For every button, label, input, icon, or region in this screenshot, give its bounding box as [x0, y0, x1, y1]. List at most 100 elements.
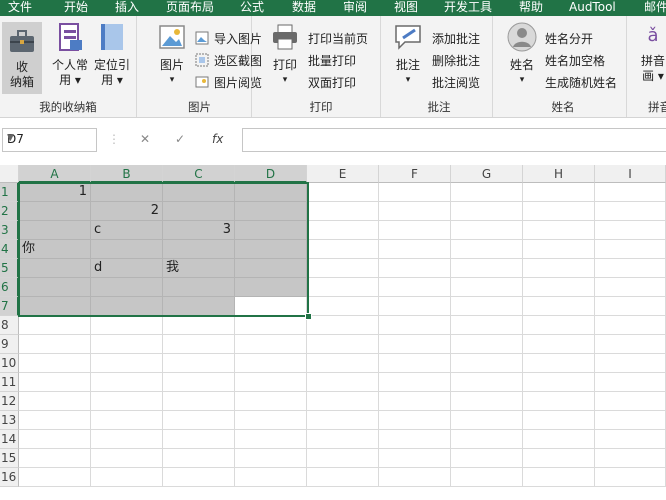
- cell-g7[interactable]: [451, 297, 523, 316]
- cell-c7[interactable]: [163, 297, 235, 316]
- cell-i2[interactable]: [595, 202, 666, 221]
- cell-b2[interactable]: 2: [91, 202, 163, 221]
- cell-g16[interactable]: [451, 468, 523, 487]
- menu-developer[interactable]: 开发工具: [444, 0, 492, 14]
- cell-e6[interactable]: [307, 278, 379, 297]
- cell-b12[interactable]: [91, 392, 163, 411]
- cell-b13[interactable]: [91, 411, 163, 430]
- cell-f1[interactable]: [379, 183, 451, 202]
- cell-h3[interactable]: [523, 221, 595, 240]
- col-header-a[interactable]: A: [19, 165, 91, 183]
- row-header-14[interactable]: 14: [0, 430, 19, 449]
- cell-b9[interactable]: [91, 335, 163, 354]
- cell-a9[interactable]: [19, 335, 91, 354]
- cell-h8[interactable]: [523, 316, 595, 335]
- cell-h1[interactable]: [523, 183, 595, 202]
- cell-d12[interactable]: [235, 392, 307, 411]
- cell-b14[interactable]: [91, 430, 163, 449]
- row-header-9[interactable]: 9: [0, 335, 19, 354]
- cell-e3[interactable]: [307, 221, 379, 240]
- cell-g9[interactable]: [451, 335, 523, 354]
- cell-i4[interactable]: [595, 240, 666, 259]
- cell-c13[interactable]: [163, 411, 235, 430]
- cell-h6[interactable]: [523, 278, 595, 297]
- cell-c15[interactable]: [163, 449, 235, 468]
- cell-h11[interactable]: [523, 373, 595, 392]
- cell-a10[interactable]: [19, 354, 91, 373]
- cell-d9[interactable]: [235, 335, 307, 354]
- cell-h13[interactable]: [523, 411, 595, 430]
- menu-help[interactable]: 帮助: [519, 0, 543, 14]
- cell-i10[interactable]: [595, 354, 666, 373]
- cell-e12[interactable]: [307, 392, 379, 411]
- col-header-f[interactable]: F: [379, 165, 451, 183]
- cell-e11[interactable]: [307, 373, 379, 392]
- cell-c2[interactable]: [163, 202, 235, 221]
- cell-i9[interactable]: [595, 335, 666, 354]
- cell-e13[interactable]: [307, 411, 379, 430]
- cell-c11[interactable]: [163, 373, 235, 392]
- cell-d4[interactable]: [235, 240, 307, 259]
- row-header-10[interactable]: 10: [0, 354, 19, 373]
- row-header-11[interactable]: 11: [0, 373, 19, 392]
- cell-b4[interactable]: [91, 240, 163, 259]
- cell-e4[interactable]: [307, 240, 379, 259]
- cell-f12[interactable]: [379, 392, 451, 411]
- cell-g6[interactable]: [451, 278, 523, 297]
- print-button[interactable]: 打印 ▾: [268, 22, 302, 88]
- cell-d13[interactable]: [235, 411, 307, 430]
- cell-f3[interactable]: [379, 221, 451, 240]
- cell-b5[interactable]: d: [91, 259, 163, 278]
- cell-a5[interactable]: [19, 259, 91, 278]
- menu-insert[interactable]: 插入: [115, 0, 139, 14]
- cell-c6[interactable]: [163, 278, 235, 297]
- cell-h16[interactable]: [523, 468, 595, 487]
- formula-input[interactable]: [242, 128, 666, 152]
- cell-i6[interactable]: [595, 278, 666, 297]
- cell-d1[interactable]: [235, 183, 307, 202]
- confirm-icon[interactable]: ✓: [175, 132, 185, 146]
- cell-h10[interactable]: [523, 354, 595, 373]
- cell-h14[interactable]: [523, 430, 595, 449]
- chevron-down-icon[interactable]: ▼: [7, 133, 92, 143]
- menu-data[interactable]: 数据: [292, 0, 316, 14]
- cell-e1[interactable]: [307, 183, 379, 202]
- row-header-4[interactable]: 4: [0, 240, 19, 259]
- row-header-2[interactable]: 2: [0, 202, 19, 221]
- cell-i8[interactable]: [595, 316, 666, 335]
- picture-button[interactable]: 图片 ▾: [154, 22, 190, 88]
- cell-d16[interactable]: [235, 468, 307, 487]
- cell-a8[interactable]: [19, 316, 91, 335]
- menu-home[interactable]: 开始: [64, 0, 88, 14]
- menu-page-layout[interactable]: 页面布局: [166, 0, 214, 14]
- cell-h9[interactable]: [523, 335, 595, 354]
- cell-a3[interactable]: [19, 221, 91, 240]
- cell-e16[interactable]: [307, 468, 379, 487]
- row-header-6[interactable]: 6: [0, 278, 19, 297]
- menu-review[interactable]: 审阅: [343, 0, 367, 14]
- cell-f4[interactable]: [379, 240, 451, 259]
- duplex-print-button[interactable]: 双面打印: [308, 72, 356, 92]
- cell-i15[interactable]: [595, 449, 666, 468]
- cell-i7[interactable]: [595, 297, 666, 316]
- row-header-1[interactable]: 1: [0, 183, 19, 202]
- cell-i13[interactable]: [595, 411, 666, 430]
- cell-b11[interactable]: [91, 373, 163, 392]
- cell-b8[interactable]: [91, 316, 163, 335]
- cell-h2[interactable]: [523, 202, 595, 221]
- cell-a4[interactable]: 你: [19, 240, 91, 259]
- cell-g15[interactable]: [451, 449, 523, 468]
- cell-g13[interactable]: [451, 411, 523, 430]
- pinyin-button[interactable]: ǎ 拼音 画 ▾: [638, 22, 666, 84]
- cell-g11[interactable]: [451, 373, 523, 392]
- cell-g8[interactable]: [451, 316, 523, 335]
- cell-e15[interactable]: [307, 449, 379, 468]
- cell-f6[interactable]: [379, 278, 451, 297]
- cell-a15[interactable]: [19, 449, 91, 468]
- col-header-b[interactable]: B: [91, 165, 163, 183]
- cell-c16[interactable]: [163, 468, 235, 487]
- cell-f13[interactable]: [379, 411, 451, 430]
- cell-i14[interactable]: [595, 430, 666, 449]
- col-header-h[interactable]: H: [523, 165, 595, 183]
- cell-b15[interactable]: [91, 449, 163, 468]
